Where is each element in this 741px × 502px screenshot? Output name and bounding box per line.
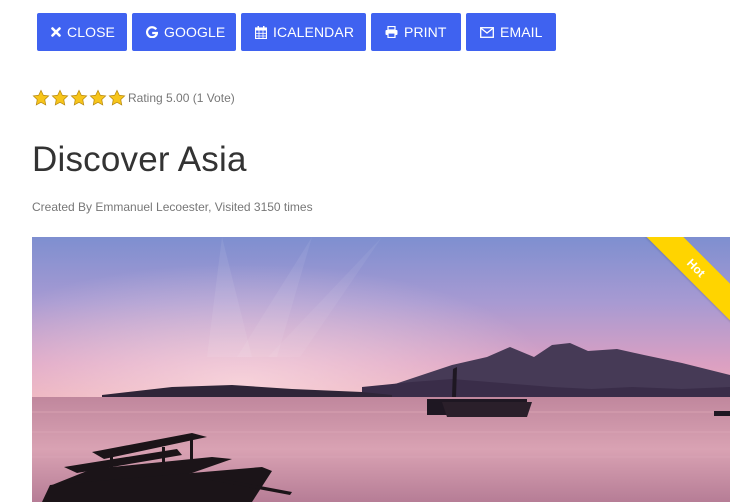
print-button[interactable]: PRINT	[371, 13, 461, 51]
calendar-icon	[255, 25, 267, 39]
star-icon[interactable]	[70, 89, 88, 107]
event-meta: Created By Emmanuel Lecoester, Visited 3…	[32, 200, 313, 214]
close-label: CLOSE	[67, 24, 115, 40]
close-icon	[51, 27, 61, 37]
star-icon[interactable]	[32, 89, 50, 107]
star-icon[interactable]	[89, 89, 107, 107]
icalendar-button[interactable]: ICALENDAR	[241, 13, 366, 51]
rating-text: Rating 5.00 (1 Vote)	[128, 91, 235, 105]
page-title: Discover Asia	[32, 140, 247, 179]
close-button[interactable]: CLOSE	[37, 13, 127, 51]
email-label: EMAIL	[500, 24, 543, 40]
google-icon	[146, 26, 158, 38]
sunset-photo	[32, 237, 730, 502]
star-icon[interactable]	[51, 89, 69, 107]
rating-stars	[32, 89, 126, 107]
hot-badge-label: Hot	[683, 255, 709, 281]
hot-ribbon: Hot	[632, 237, 730, 332]
google-calendar-button[interactable]: GOOGLE	[132, 13, 236, 51]
printer-icon	[385, 26, 398, 38]
event-hero-image: Hot	[32, 237, 730, 502]
envelope-icon	[480, 26, 494, 38]
google-label: GOOGLE	[164, 24, 226, 40]
print-label: PRINT	[404, 24, 447, 40]
icalendar-label: ICALENDAR	[273, 24, 355, 40]
email-button[interactable]: EMAIL	[466, 13, 556, 51]
star-icon[interactable]	[108, 89, 126, 107]
rating-widget: Rating 5.00 (1 Vote)	[32, 89, 235, 107]
action-toolbar: CLOSE GOOGLE ICALENDAR PRINT EMAIL	[37, 13, 556, 51]
